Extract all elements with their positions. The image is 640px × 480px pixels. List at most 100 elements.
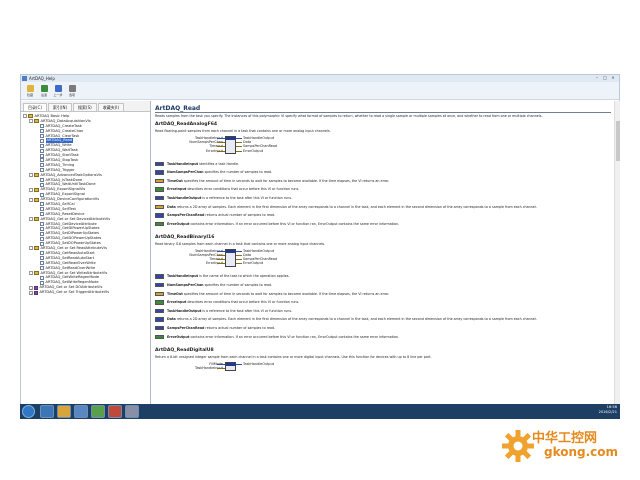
toolbar-button-0[interactable]: 隐藏 <box>24 82 36 100</box>
toolbar: 隐藏 后退 上一步 选项 <box>21 82 619 100</box>
vertical-scrollbar[interactable] <box>614 101 620 418</box>
collapse-icon[interactable]: - <box>29 119 33 124</box>
collapse-icon[interactable]: - <box>29 246 33 251</box>
taskbar-app3-icon[interactable] <box>108 405 122 418</box>
vi-icon <box>225 136 236 154</box>
previous-icon <box>54 85 62 92</box>
book-icon <box>34 173 39 178</box>
terminal-name: ErrorOutput <box>167 334 190 339</box>
tab-1[interactable]: 索引(N) <box>47 103 73 111</box>
terminal-desc: specifies the number of samples to read. <box>204 170 273 175</box>
datatype-icon <box>155 300 164 305</box>
terminal-text: ErrorOutput contains error information. … <box>167 335 399 339</box>
section-heading: ArtDAQ_ReadAnalogF64 <box>155 122 218 127</box>
datatype-icon <box>155 213 164 218</box>
expand-icon[interactable]: + <box>29 285 33 291</box>
toolbar-label: 选项 <box>68 93 75 97</box>
datatype-icon <box>155 195 164 201</box>
page-icon <box>40 178 44 183</box>
terminal-text: ErrorInput describes error conditions th… <box>167 187 299 191</box>
collapse-icon[interactable]: - <box>23 114 27 119</box>
datatype-icon <box>155 274 164 279</box>
page-icon <box>40 226 44 231</box>
connector-diagram: TaskHandleInputNumSampsPerChanTimeoutErr… <box>155 247 611 271</box>
taskbar-help-icon[interactable] <box>125 405 139 418</box>
terminal-desc: is a reference to the task after this VI… <box>202 195 293 200</box>
collapse-icon[interactable]: - <box>29 197 33 203</box>
tree-item[interactable]: + ARTDAQ_Get or Set TriggerAttributeVIs <box>23 290 148 296</box>
section-heading: ArtDAQ_ReadDigitalU8 <box>155 347 214 353</box>
datatype-icon <box>155 282 164 288</box>
close-icon[interactable]: × <box>609 75 617 81</box>
terminal-description: TimeOut specifies the amount of time in … <box>155 178 611 184</box>
toolbar-label: 隐藏 <box>26 93 33 97</box>
toolbar-button-1[interactable]: 后退 <box>38 82 50 100</box>
terminal-description: TaskHandleOutput is a reference to the t… <box>155 195 611 201</box>
terminal-desc: specifies the amount of time in seconds … <box>183 291 390 296</box>
start-button[interactable] <box>22 405 35 418</box>
tab-2[interactable]: 搜索(S) <box>73 103 97 111</box>
clock-date: 2016/2/21 <box>598 410 617 414</box>
terminal-name: TimeOut <box>167 178 183 183</box>
terminal-text: TaskHandleOutput is a reference to the t… <box>167 309 292 313</box>
scroll-thumb[interactable] <box>616 121 620 161</box>
datatype-icon <box>155 308 164 314</box>
gear-icon <box>502 430 534 462</box>
toolbar-button-3[interactable]: 选项 <box>66 82 78 100</box>
title-bar[interactable]: ArtDAQ_Help – □ × <box>21 75 619 82</box>
terminal-description: NumSampsPerChan specifies the number of … <box>155 282 611 288</box>
page-icon <box>40 261 44 266</box>
terminal-text: Data returns a 2D array of samples. Each… <box>167 317 537 321</box>
terminal-name: Data <box>167 317 176 322</box>
section-heading: ArtDAQ_ReadBinaryI16 <box>155 234 215 240</box>
datatype-icon <box>155 187 164 192</box>
book-icon <box>34 187 39 192</box>
book-icon <box>34 217 39 222</box>
book-icon <box>34 285 38 290</box>
minimize-icon[interactable]: – <box>593 75 601 81</box>
system-clock[interactable]: 16:56 2016/2/21 <box>599 405 617 418</box>
watermark-url: gkong.com <box>544 445 619 459</box>
topic-section: ArtDAQ_ReadBinaryI16 Read binary I16 samp… <box>155 235 611 344</box>
toolbar-button-2[interactable]: 上一步 <box>52 82 64 100</box>
terminal-desc: describes error conditions that occur be… <box>187 187 300 192</box>
page-icon <box>40 168 44 173</box>
terminal-text: NumSampsPerChan specifies the number of … <box>167 170 272 174</box>
page-icon <box>40 256 44 261</box>
topic-title: ArtDAQ_Read <box>155 105 611 113</box>
options-icon <box>68 85 76 92</box>
expand-icon[interactable]: + <box>29 290 33 296</box>
page-icon <box>40 275 44 280</box>
section-desc: Read floating-point samples from each ch… <box>155 129 331 133</box>
app-icon <box>22 76 27 81</box>
datatype-icon <box>155 170 164 175</box>
maximize-icon[interactable]: □ <box>601 75 609 81</box>
vi-icon <box>225 248 236 267</box>
terminal-desc: is the name of the task to which the ope… <box>199 274 290 279</box>
navigation-pane: 目录(C) 索引(N) 搜索(S) 收藏夹(I) - ARTDAQ Basic Help… <box>21 101 151 418</box>
contents-tree[interactable]: - ARTDAQ Basic Help - ARTDAQ_DataAcquisitio… <box>23 114 148 414</box>
datatype-icon <box>155 317 164 322</box>
terminal-name: SampsPerChanRead <box>167 213 205 218</box>
book-icon <box>34 197 39 202</box>
terminal-name: TaskHandleOutput <box>167 195 202 200</box>
taskbar-app-icon[interactable] <box>74 405 88 418</box>
datatype-icon <box>155 325 164 331</box>
terminal-text: SampsPerChanRead returns actual number o… <box>167 326 275 330</box>
terminal-desc: contains error information. If an error … <box>190 334 400 339</box>
terminal-text: ErrorInput describes error conditions th… <box>167 300 299 304</box>
terminal-name: NumSampsPerChan <box>167 170 204 175</box>
tab-0[interactable]: 目录(C) <box>23 103 47 111</box>
terminal-desc: returns a 2D array of samples. Each elem… <box>176 204 537 209</box>
window-title: ArtDAQ_Help <box>29 76 55 81</box>
tab-3[interactable]: 收藏夹(I) <box>97 103 125 111</box>
topic-intro: Reads samples from the task you specify.… <box>155 114 543 118</box>
collapse-icon[interactable]: - <box>29 173 33 178</box>
taskbar-ie-icon[interactable] <box>40 405 54 418</box>
collapse-icon[interactable]: - <box>29 217 33 222</box>
datatype-icon <box>155 221 164 227</box>
collapse-icon[interactable]: - <box>29 270 33 276</box>
collapse-icon[interactable]: - <box>29 187 33 193</box>
taskbar-app2-icon[interactable] <box>91 405 105 418</box>
taskbar-explorer-icon[interactable] <box>57 405 71 418</box>
